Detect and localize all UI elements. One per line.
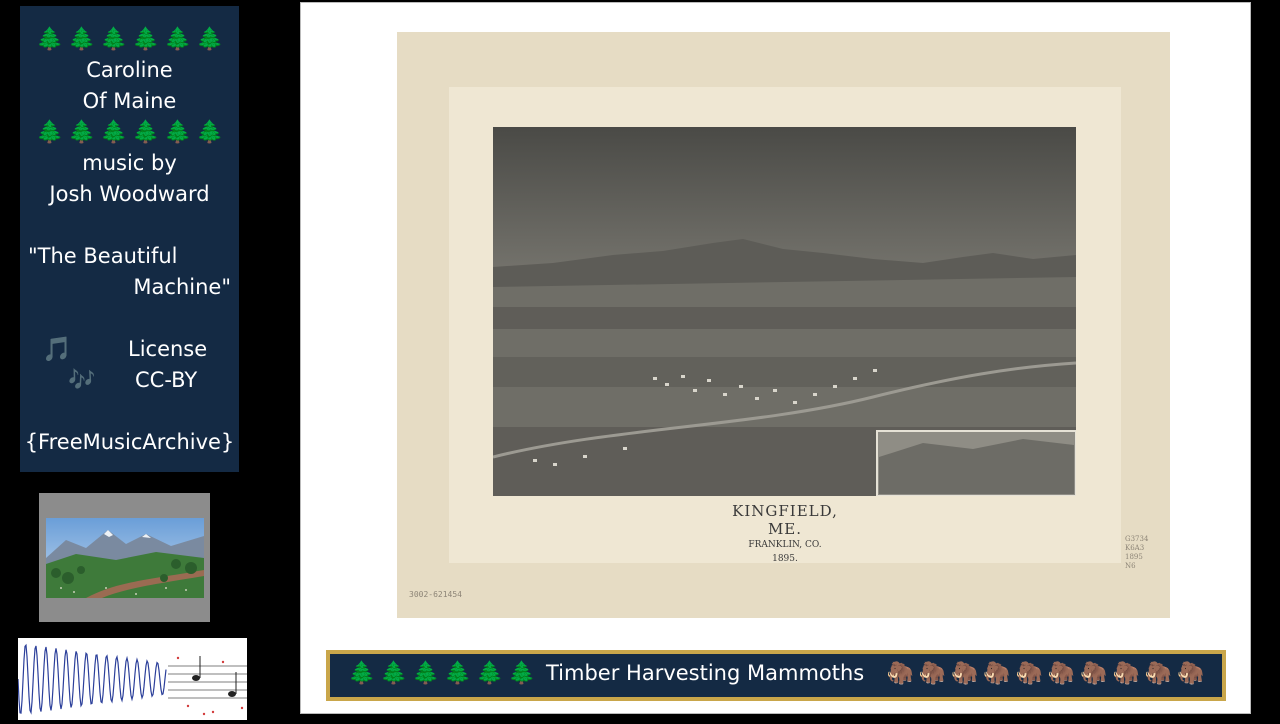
mammoth-icon: 🦣: [918, 661, 947, 686]
license-value: CC-BY: [135, 368, 198, 392]
artist-name: Josh Woodward: [49, 182, 210, 206]
tree-icon: 🌲: [68, 27, 95, 52]
tree-icon: 🌲: [476, 661, 504, 686]
main-slide-frame: KINGFIELD, ME. FRANKLIN, CO. 1895. 3002-…: [300, 2, 1251, 714]
map-county: FRANKLIN, CO.: [748, 540, 822, 550]
song-info-panel: 🌲 🌲 🌲 🌲 🌲 🌲 Caroline Of Maine 🌲 🌲 🌲 🌲 🌲 🌲 music by…: [20, 6, 239, 472]
mammoth-icon: 🦣: [1080, 661, 1108, 686]
tree-icon: 🌲: [36, 27, 63, 52]
mammoth-icon: 🦣: [886, 661, 914, 686]
banner-title: Timber Harvesting Mammoths: [546, 661, 865, 685]
banner-mammoth-row: 🦣 🦣 🦣 🦣 🦣 🦣 🦣 🦣 🦣 🦣: [884, 661, 1207, 686]
mammoth-icon: 🦣: [1177, 661, 1205, 686]
tree-icon: 🌲: [196, 27, 223, 52]
mammoth-icon: 🦣: [1047, 661, 1076, 686]
license-block: 🎵 🎶 License CC-BY: [20, 334, 239, 396]
historical-map-photo: KINGFIELD, ME. FRANKLIN, CO. 1895. 3002-…: [397, 32, 1170, 618]
handwritten-call-number: G3734 K6A3 1895 N6: [1125, 535, 1149, 570]
tree-icon: 🌲: [444, 661, 472, 686]
bird-eye-view-illustration: [493, 127, 1076, 496]
mammoth-icon: 🦣: [983, 661, 1011, 686]
landscape-painting: [46, 518, 204, 598]
tree-icon: 🌲: [380, 661, 408, 686]
license-label: License: [128, 337, 208, 361]
mammoth-icon: 🦣: [1112, 661, 1140, 686]
tree-icon: 🌲: [412, 661, 440, 686]
tree-icon: 🌲: [132, 120, 159, 145]
tree-row-top: 🌲 🌲 🌲 🌲 🌲 🌲: [20, 24, 239, 55]
landscape-thumbnail: [39, 493, 210, 622]
title-banner-inner: 🌲 🌲 🌲 🌲 🌲 🌲 Timber Harvesting Mammoths 🦣 🦣 🦣 🦣 🦣 🦣…: [330, 654, 1222, 697]
tree-row-middle: 🌲 🌲 🌲 🌲 🌲 🌲: [20, 117, 239, 148]
album-title-line-1: "The Beautiful: [28, 244, 178, 268]
waveform-score-graphic: [17, 638, 247, 720]
music-by-label: music by: [82, 151, 177, 175]
map-year: 1895.: [772, 554, 798, 564]
catalog-number: 3002-621454: [409, 590, 462, 599]
tree-icon: 🌲: [348, 661, 376, 686]
song-title-line-2: Of Maine: [82, 89, 177, 113]
tree-icon: 🌲: [68, 120, 95, 145]
banner-tree-row: 🌲 🌲 🌲 🌲 🌲 🌲: [346, 661, 538, 686]
mammoth-icon: 🦣: [951, 661, 979, 686]
tree-icon: 🌲: [132, 27, 159, 52]
tree-icon: 🌲: [36, 120, 63, 145]
music-notes: [192, 656, 237, 697]
mammoth-icon: 🦣: [1144, 661, 1173, 686]
source-label: {FreeMusicArchive}: [24, 430, 235, 454]
tree-icon: 🌲: [100, 27, 127, 52]
map-title: KINGFIELD, ME.: [732, 502, 838, 538]
map-title-block: KINGFIELD, ME. FRANKLIN, CO. 1895.: [723, 502, 847, 564]
tree-icon: 🌲: [100, 120, 127, 145]
album-title-line-2: Machine": [133, 275, 231, 299]
tree-icon: 🌲: [164, 120, 191, 145]
mammoth-icon: 🦣: [1015, 661, 1044, 686]
tree-icon: 🌲: [196, 120, 223, 145]
map-legend-left: [505, 498, 620, 503]
music-note-icon: 🎵: [42, 335, 72, 363]
tree-icon: 🌲: [164, 27, 191, 52]
red-dots: [176, 656, 244, 716]
song-title-line-1: Caroline: [86, 58, 173, 82]
waveform-line: [17, 643, 167, 715]
music-notes-icon: 🎶: [68, 368, 96, 393]
tree-icon: 🌲: [508, 661, 536, 686]
title-banner: 🌲 🌲 🌲 🌲 🌲 🌲 Timber Harvesting Mammoths 🦣 🦣 🦣 🦣 🦣 🦣…: [326, 650, 1226, 701]
